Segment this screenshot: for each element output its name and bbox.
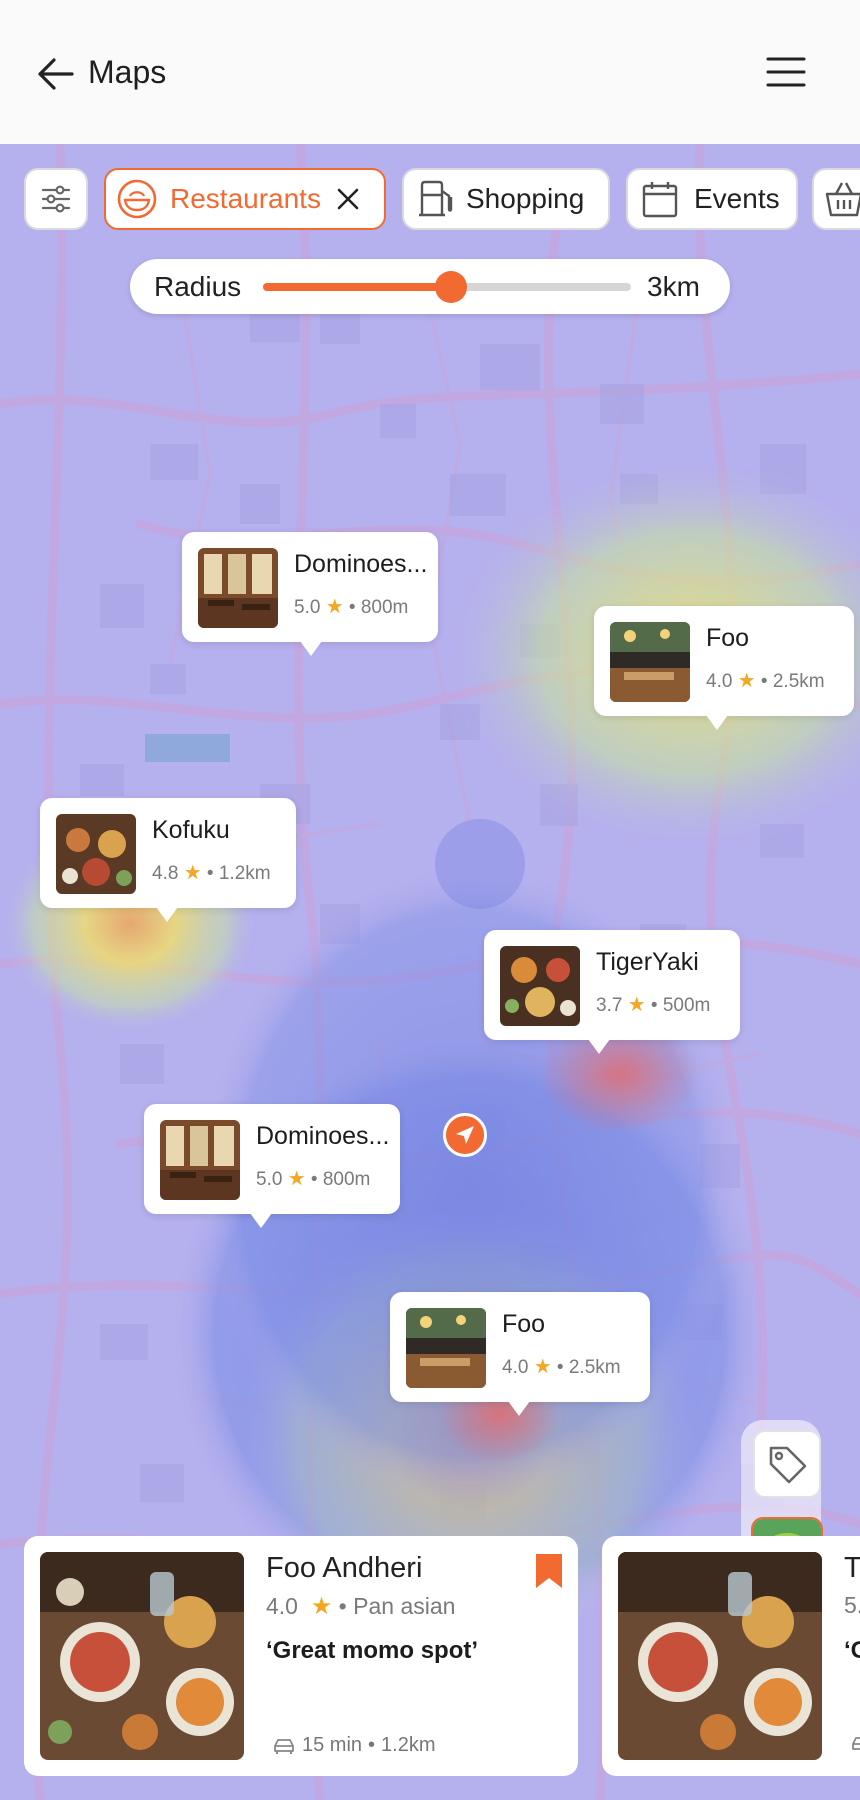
star-icon: ★ [737, 670, 756, 692]
chip-grocery[interactable] [812, 168, 860, 230]
star-icon: ★ [325, 596, 344, 618]
chip-shopping[interactable]: Shopping [402, 168, 610, 230]
arrow-left-icon[interactable] [34, 52, 78, 96]
card-travel-info [850, 1734, 860, 1754]
radius-label: Radius [154, 271, 242, 302]
restaurant-card[interactable]: T 5. ‘G [602, 1536, 860, 1776]
restaurant-photo [40, 1552, 244, 1760]
map-marker-restaurant[interactable]: Kofuku 4.8 ★ • 1.2km [40, 798, 296, 922]
restaurant-thumbnail [610, 622, 690, 702]
marker-meta: 5.0 ★ • 800m [256, 1168, 371, 1190]
tag-icon [769, 1446, 807, 1484]
restaurant-card[interactable]: Foo Andheri 4.0 ★ • Pan asian ‘Great mom… [24, 1536, 578, 1776]
chip-restaurants-label: Restaurants [170, 183, 321, 214]
car-icon [274, 1738, 294, 1754]
calendar-icon [642, 182, 678, 218]
food-bowl-icon [117, 179, 157, 219]
star-icon: ★ [310, 1593, 333, 1620]
restaurant-photo [618, 1552, 822, 1760]
map-marker-restaurant[interactable]: Foo 4.0 ★ • 2.5km [594, 606, 854, 730]
card-review-quote: ‘G [844, 1637, 860, 1664]
radius-value: 3km [647, 271, 700, 302]
card-rating: 5. [844, 1592, 860, 1618]
page-title: Maps [88, 54, 167, 90]
filter-settings-button[interactable] [24, 168, 88, 230]
restaurant-thumbnail [198, 548, 278, 628]
chip-events[interactable]: Events [626, 168, 798, 230]
marker-meta: 3.7 ★ • 500m [596, 994, 711, 1016]
restaurant-thumbnail [56, 814, 136, 894]
card-rating: 4.0 ★ • Pan asian [266, 1593, 456, 1620]
marker-name: TigerYaki [596, 948, 699, 976]
tag-button[interactable] [753, 1430, 821, 1498]
app-header: Maps [0, 0, 860, 144]
marker-meta: 5.0 ★ • 800m [294, 596, 409, 618]
marker-name: Foo [502, 1310, 546, 1338]
sliders-icon [41, 185, 71, 213]
marker-meta: 4.0 ★ • 2.5km [706, 670, 825, 692]
star-icon: ★ [183, 862, 202, 884]
marker-meta: 4.0 ★ • 2.5km [502, 1356, 621, 1378]
radius-slider[interactable] [263, 271, 631, 303]
marker-name: Dominoes... [256, 1122, 390, 1150]
current-location-button[interactable] [443, 1113, 487, 1157]
star-icon: ★ [627, 994, 646, 1016]
card-restaurant-name: Foo Andheri [266, 1552, 423, 1584]
restaurant-thumbnail [406, 1308, 486, 1388]
gas-pump-icon [419, 180, 453, 217]
basket-icon [825, 182, 860, 217]
restaurant-thumbnail [500, 946, 580, 1026]
close-icon[interactable] [335, 186, 361, 212]
radius-control: Radius 3km [130, 259, 730, 314]
card-restaurant-name: T [844, 1552, 860, 1584]
map-marker-restaurant[interactable]: Dominoes... 5.0 ★ • 800m [144, 1104, 400, 1228]
marker-name: Foo [706, 624, 750, 652]
chip-restaurants[interactable]: Restaurants [104, 168, 386, 230]
map-marker-restaurant[interactable]: Dominoes... 5.0 ★ • 800m [182, 532, 438, 656]
card-review-quote: ‘Great momo spot’ [266, 1637, 479, 1664]
marker-meta: 4.8 ★ • 1.2km [152, 862, 271, 884]
car-icon [852, 1737, 860, 1750]
radius-slider-thumb[interactable] [434, 271, 467, 303]
star-icon: ★ [287, 1168, 306, 1190]
map-marker-restaurant[interactable]: TigerYaki 3.7 ★ • 500m [484, 930, 740, 1054]
star-icon: ★ [533, 1356, 552, 1378]
bookmark-icon[interactable] [534, 1552, 564, 1590]
chip-shopping-label: Shopping [466, 183, 585, 214]
marker-name: Kofuku [152, 816, 230, 844]
navigation-arrow-icon [456, 1126, 474, 1144]
hamburger-menu-icon[interactable] [766, 55, 806, 89]
chip-events-label: Events [694, 183, 780, 214]
restaurant-thumbnail [160, 1120, 240, 1200]
marker-name: Dominoes... [294, 550, 428, 578]
radius-slider-fill [263, 283, 451, 291]
card-travel-info: 15 min • 1.2km [272, 1734, 436, 1757]
map-marker-restaurant[interactable]: Foo 4.0 ★ • 2.5km [390, 1292, 650, 1416]
